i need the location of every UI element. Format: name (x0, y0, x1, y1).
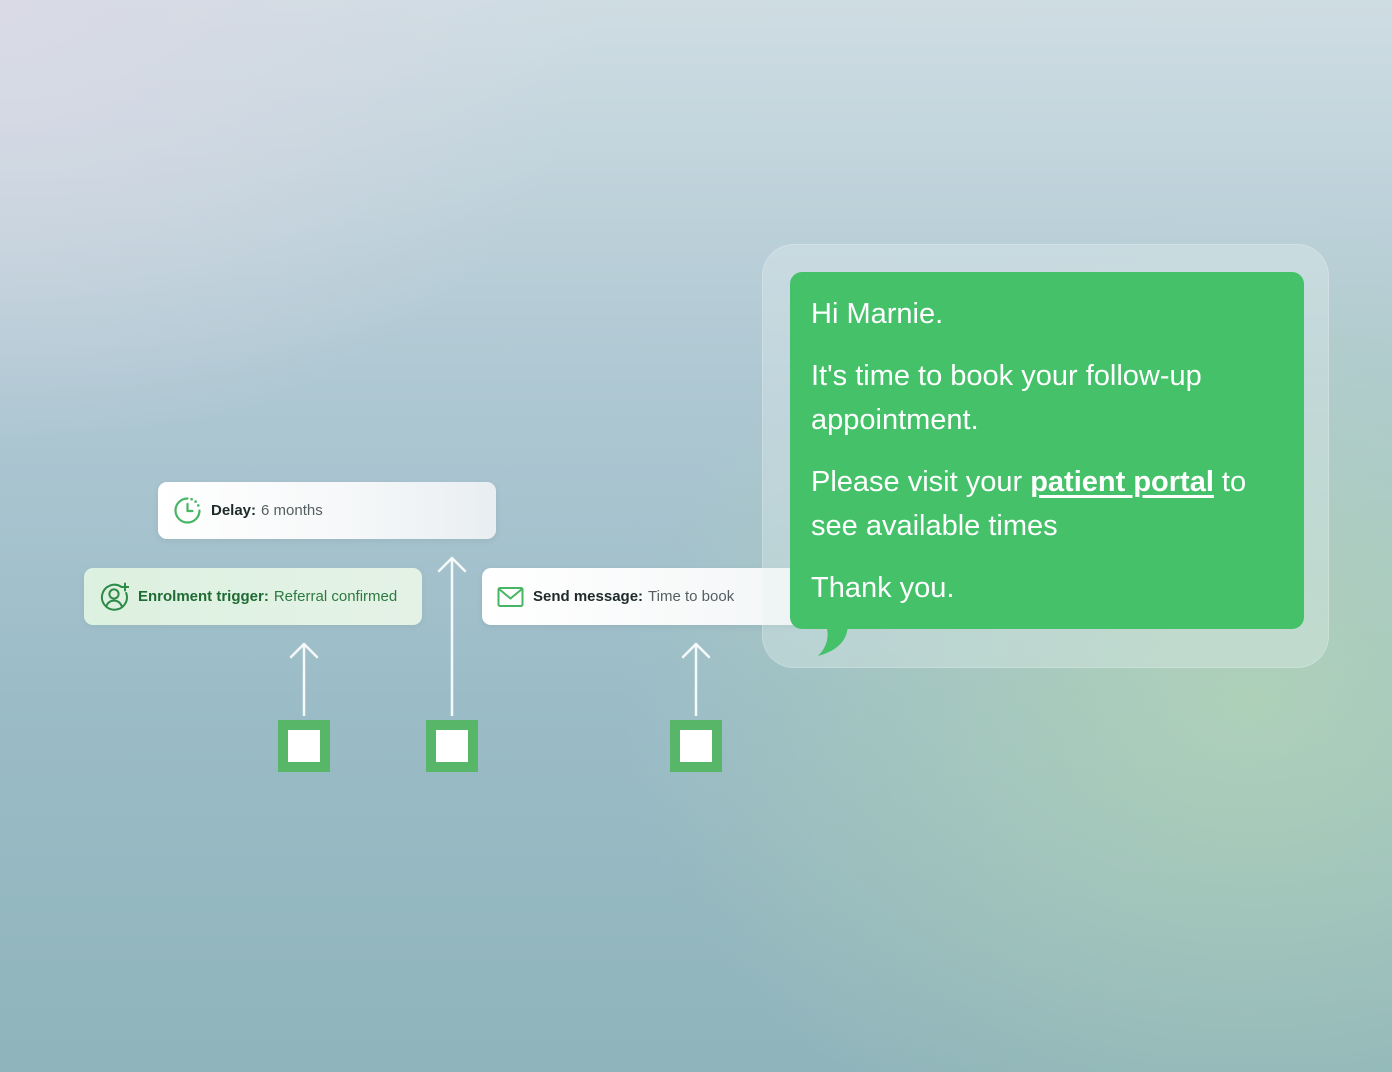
message-bubble: Hi Marnie. It's time to book your follow… (790, 272, 1304, 629)
trigger-step-value: Referral confirmed (273, 588, 398, 605)
delay-step-card[interactable]: Delay: 6 months (158, 482, 496, 539)
message-step-label: Send message: (533, 588, 644, 605)
message-step-value: Time to book (648, 588, 735, 605)
message-body-line2: Please visit your patient portal to see … (811, 460, 1282, 548)
clock-icon (173, 496, 202, 525)
user-add-icon (99, 582, 129, 612)
arrow-up-icon (437, 556, 467, 716)
timeline-marker-trigger[interactable] (278, 720, 330, 772)
patient-portal-link[interactable]: patient portal (1030, 466, 1214, 498)
delay-step-value: 6 months (261, 502, 323, 519)
trigger-step-label: Enrolment trigger: (138, 588, 269, 605)
delay-step-label: Delay: (211, 502, 257, 519)
timeline-marker-message[interactable] (670, 720, 722, 772)
message-line2-prefix: Please visit your (811, 466, 1031, 498)
timeline-marker-delay[interactable] (426, 720, 478, 772)
message-closing: Thank you. (811, 572, 955, 604)
message-body-line1: It's time to book your follow-up appoint… (811, 360, 1202, 436)
arrow-up-icon (681, 642, 711, 716)
envelope-icon (497, 586, 524, 608)
enrolment-trigger-card[interactable]: Enrolment trigger: Referral confirmed (84, 568, 422, 625)
arrow-up-icon (289, 642, 319, 716)
timeline-track (32, 741, 1042, 749)
send-message-card[interactable]: Send message: Time to book (482, 568, 802, 625)
message-greeting: Hi Marnie. (811, 298, 944, 330)
speech-bubble-tail (812, 624, 848, 656)
